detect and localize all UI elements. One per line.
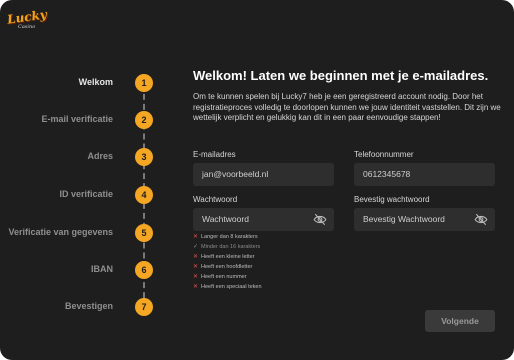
registration-window: Lucky Casino Welkom 1 E-mail verificatie… xyxy=(0,0,514,360)
step-welkom[interactable]: Welkom 1 xyxy=(0,74,160,94)
step-number-badge: 7 xyxy=(135,298,153,316)
check-icon: ✓ xyxy=(193,244,199,250)
requirement-item: ✕ Langer dan 8 karakters xyxy=(193,233,262,243)
step-adres[interactable]: Adres 3 xyxy=(0,148,160,168)
phone-label: Telefoonnummer xyxy=(354,150,414,159)
password-requirements: ✕ Langer dan 8 karakters ✓ Minder dan 16 k… xyxy=(193,233,262,293)
eye-off-icon[interactable] xyxy=(313,213,327,226)
password-label: Wachtwoord xyxy=(193,195,238,204)
cross-icon: ✕ xyxy=(193,274,199,280)
step-iban[interactable]: IBAN 6 xyxy=(0,261,160,281)
step-label: Bevestigen xyxy=(64,301,113,311)
step-verificatie-gegevens[interactable]: Verificatie van gegevens 5 xyxy=(0,224,160,244)
confirm-password-placeholder: Bevestig Wachtwoord xyxy=(363,214,445,224)
step-label: Verificatie van gegevens xyxy=(8,227,113,237)
requirement-item: ✕ Heeft een speciaal teken xyxy=(193,283,262,293)
step-label: Welkom xyxy=(78,77,113,87)
email-label: E-mailadres xyxy=(193,150,236,159)
password-placeholder: Wachtwoord xyxy=(202,214,249,224)
step-email-verificatie[interactable]: E-mail verificatie 2 xyxy=(0,111,160,131)
cross-icon: ✕ xyxy=(193,234,199,240)
cross-icon: ✕ xyxy=(193,284,199,290)
email-value: jan@voorbeeld.nl xyxy=(202,169,269,179)
requirement-item: ✕ Heeft een hoofdletter xyxy=(193,263,262,273)
requirement-item: ✕ Heeft een nummer xyxy=(193,273,262,283)
eye-off-icon[interactable] xyxy=(474,213,488,226)
step-label: ID verificatie xyxy=(59,189,113,199)
step-number-badge: 2 xyxy=(135,111,153,129)
next-button[interactable]: Volgende xyxy=(425,310,495,332)
requirement-item: ✓ Minder dan 16 karakters xyxy=(193,243,262,253)
step-label: IBAN xyxy=(91,264,113,274)
requirement-text: Heeft een speciaal teken xyxy=(201,284,262,290)
requirement-text: Heeft een kleine letter xyxy=(201,254,255,260)
requirement-text: Heeft een hoofdletter xyxy=(201,264,253,270)
phone-value: 0612345678 xyxy=(363,169,411,179)
phone-field[interactable]: 0612345678 xyxy=(354,163,495,186)
password-field[interactable]: Wachtwoord xyxy=(193,208,334,231)
step-number-badge: 5 xyxy=(135,224,153,242)
email-field[interactable]: jan@voorbeeld.nl xyxy=(193,163,334,186)
confirm-password-field[interactable]: Bevestig Wachtwoord xyxy=(354,208,495,231)
registration-stepper: Welkom 1 E-mail verificatie 2 Adres 3 ID… xyxy=(0,0,170,360)
step-number-badge: 1 xyxy=(135,74,153,92)
page-title: Welkom! Laten we beginnen met je e-maila… xyxy=(193,68,489,83)
requirement-text: Langer dan 8 karakters xyxy=(201,234,258,240)
requirement-text: Heeft een nummer xyxy=(201,274,247,280)
confirm-password-label: Bevestig wachtwoord xyxy=(354,195,430,204)
step-number-badge: 4 xyxy=(135,186,153,204)
step-bevestigen[interactable]: Bevestigen 7 xyxy=(0,298,160,318)
intro-text: Om te kunnen spelen bij Lucky7 heb je ee… xyxy=(193,92,501,122)
requirement-text: Minder dan 16 karakters xyxy=(201,244,261,250)
step-label: E-mail verificatie xyxy=(41,114,113,124)
requirement-item: ✕ Heeft een kleine letter xyxy=(193,253,262,263)
step-number-badge: 6 xyxy=(135,261,153,279)
step-number-badge: 3 xyxy=(135,148,153,166)
cross-icon: ✕ xyxy=(193,264,199,270)
step-id-verificatie[interactable]: ID verificatie 4 xyxy=(0,186,160,206)
step-label: Adres xyxy=(87,151,113,161)
cross-icon: ✕ xyxy=(193,254,199,260)
registration-content: Welkom! Laten we beginnen met je e-maila… xyxy=(193,0,505,360)
